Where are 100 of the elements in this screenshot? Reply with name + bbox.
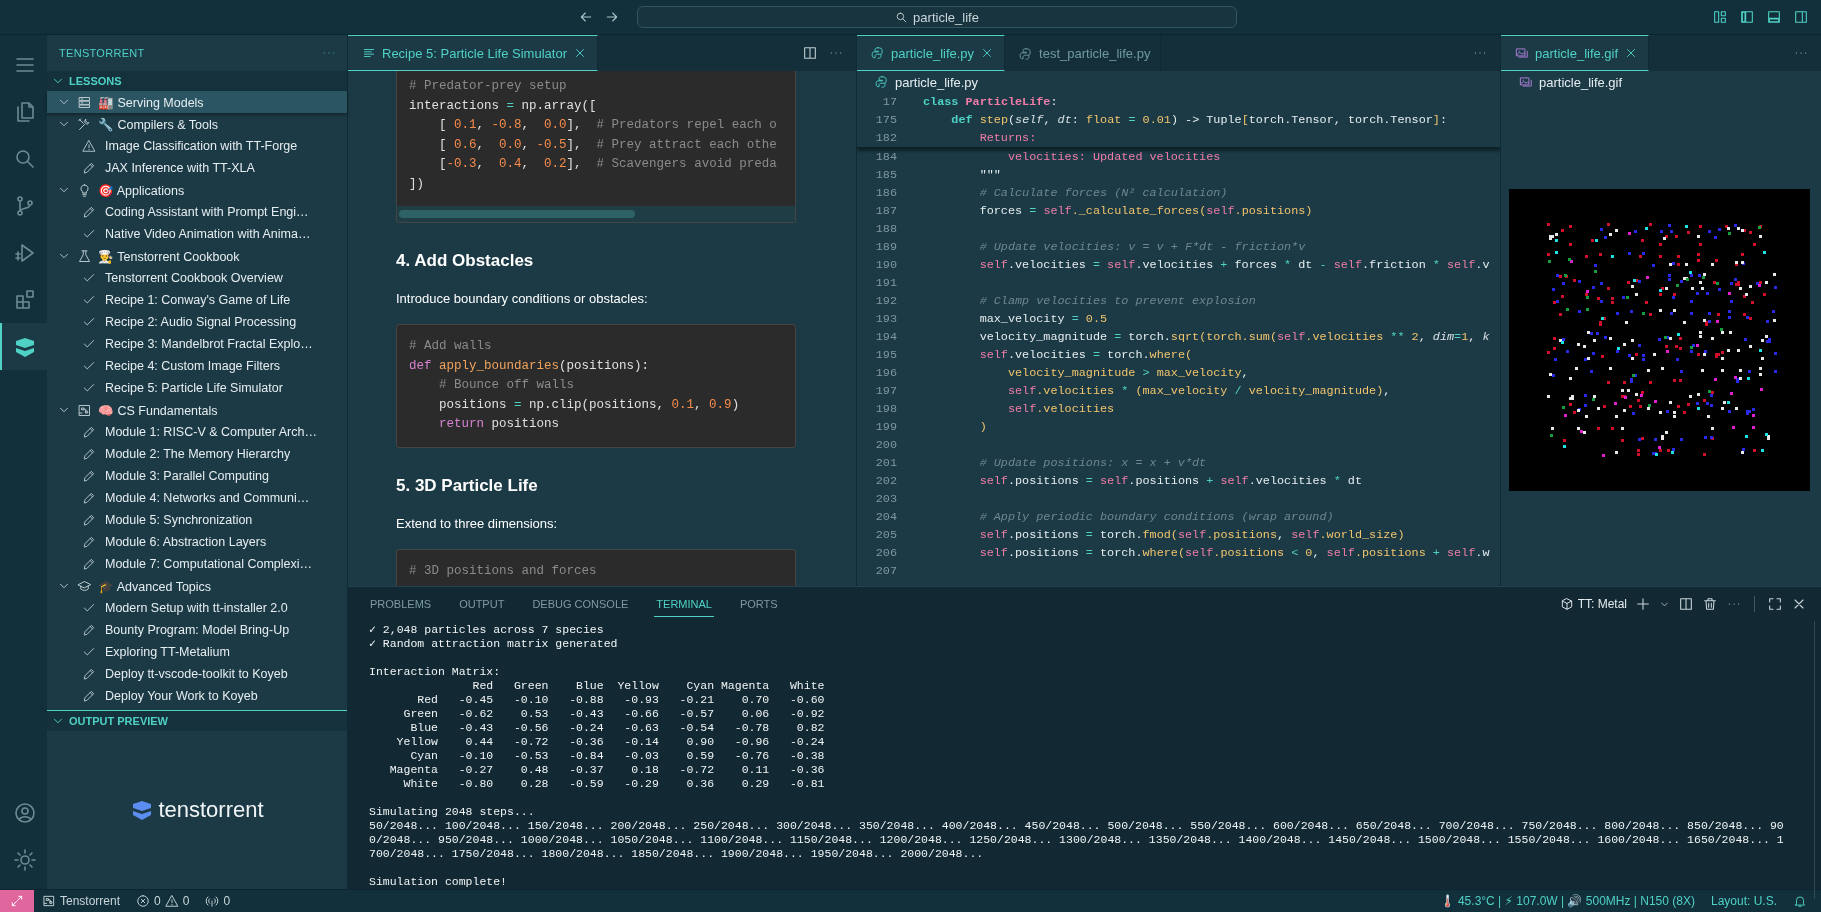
tree-item[interactable]: Recipe 2: Audio Signal Processing bbox=[47, 311, 347, 333]
graduation-cap-icon bbox=[77, 578, 92, 594]
tree-item[interactable]: Module 1: RISC-V & Computer Arch… bbox=[47, 421, 347, 443]
tree-item[interactable]: 🔧 Compilers & Tools bbox=[47, 113, 347, 135]
command-center[interactable]: particle_life bbox=[637, 6, 1237, 28]
tree-item[interactable]: Module 7: Computational Complexi… bbox=[47, 553, 347, 575]
forward-arrow-icon[interactable] bbox=[604, 9, 620, 25]
close-icon[interactable] bbox=[573, 46, 587, 60]
pencil-icon bbox=[82, 469, 96, 483]
tree-item[interactable]: Module 3: Parallel Computing bbox=[47, 465, 347, 487]
pencil-icon bbox=[82, 447, 96, 461]
keyboard-layout[interactable]: Layout: U.S. bbox=[1702, 890, 1785, 912]
tree-item[interactable]: Tenstorrent Cookbook Overview bbox=[47, 267, 347, 289]
tree-item[interactable]: 🏭 Serving Models bbox=[47, 91, 347, 113]
tree-item[interactable]: Recipe 5: Particle Life Simulator bbox=[47, 377, 347, 399]
remote-button[interactable] bbox=[0, 890, 34, 912]
tree-item[interactable]: Module 6: Abstraction Layers bbox=[47, 531, 347, 553]
code-line: # Add walls bbox=[409, 338, 492, 355]
plus-icon[interactable] bbox=[1635, 596, 1651, 612]
trash-icon[interactable] bbox=[1702, 596, 1718, 612]
settings-icon[interactable] bbox=[12, 847, 37, 872]
code-line: [ 0.6, 0.0, -0.5], # Prey attract each othe bbox=[438, 136, 777, 154]
line-number: 191 bbox=[874, 276, 897, 290]
problems-status[interactable]: 0 0 bbox=[128, 890, 198, 912]
tree-item[interactable]: Recipe 4: Custom Image Filters bbox=[47, 355, 347, 377]
terminal-selector[interactable]: TT: Metal bbox=[1559, 597, 1627, 611]
terminal-line: ✓ Random attraction matrix generated bbox=[369, 637, 619, 651]
maximize-icon[interactable] bbox=[1767, 596, 1783, 612]
layout-icon[interactable] bbox=[1712, 9, 1728, 25]
command-center-text: particle_life bbox=[913, 9, 979, 25]
editor-tab[interactable]: test_particle_life.py bbox=[1005, 35, 1162, 71]
section-title: OUTPUT PREVIEW bbox=[69, 715, 168, 727]
split-editor-icon[interactable] bbox=[802, 45, 818, 61]
tree-item[interactable]: 🎯 Applications bbox=[47, 179, 347, 201]
tree-item[interactable]: Recipe 3: Mandelbrot Fractal Explo… bbox=[47, 333, 347, 355]
account-icon[interactable] bbox=[12, 800, 37, 825]
tree-item[interactable]: Module 4: Networks and Communi… bbox=[47, 487, 347, 509]
code-line: interactions = np.array([ bbox=[409, 97, 597, 115]
tree-item[interactable]: Modern Setup with tt-installer 2.0 bbox=[47, 597, 347, 619]
panel-tab[interactable]: TERMINAL bbox=[654, 591, 714, 617]
bell-icon[interactable] bbox=[1793, 894, 1807, 908]
tree-item[interactable]: 👨‍🍳 Tenstorrent Cookbook bbox=[47, 245, 347, 267]
tree-item[interactable]: Recipe 1: Conway's Game of Life bbox=[47, 289, 347, 311]
line-number: 197 bbox=[874, 384, 897, 398]
pencil-icon bbox=[82, 161, 96, 175]
line-number: 192 bbox=[874, 294, 897, 308]
back-arrow-icon[interactable] bbox=[578, 9, 594, 25]
cube-icon bbox=[1559, 597, 1574, 611]
terminal-line: Cyan -0.10 -0.53 -0.84 -0.03 0.59 -0.76 -0.38 bbox=[409, 749, 826, 763]
device-metrics[interactable]: 🌡 45.3°C | ⚡ 107.0W | 🔊 500MHz | N150 (8X) bbox=[1431, 890, 1703, 912]
panel-tab[interactable]: PROBLEMS bbox=[368, 591, 434, 617]
section-header[interactable]: LESSONS bbox=[47, 71, 347, 91]
tree-item[interactable]: Deploy tt-vscode-toolkit to Koyeb bbox=[47, 663, 347, 685]
preview-icon bbox=[362, 46, 376, 60]
panel-tab[interactable]: DEBUG CONSOLE bbox=[530, 591, 631, 617]
terminal-line: Simulating 2048 steps... bbox=[369, 805, 536, 819]
code-line: velocity_magnitude = torch.sqrt(torch.sum(self.velocities ** 2, dim=1, k bbox=[978, 330, 1490, 344]
editor-tab[interactable]: particle_life.gif bbox=[1501, 35, 1650, 71]
split-editor-icon[interactable] bbox=[1678, 596, 1694, 612]
breadcrumb[interactable]: particle_life.gif bbox=[1539, 74, 1623, 90]
tree-item[interactable]: Module 5: Synchronization bbox=[47, 509, 347, 531]
line-number: 186 bbox=[874, 186, 897, 200]
tree-item[interactable]: Coding Assistant with Prompt Engi… bbox=[47, 201, 347, 223]
remote-icon bbox=[10, 894, 24, 908]
scrollbar[interactable] bbox=[397, 206, 795, 222]
tree-item[interactable]: 🧠 CS Fundamentals bbox=[47, 399, 347, 421]
tree-item[interactable]: Native Video Animation with Anima… bbox=[47, 223, 347, 245]
check-icon bbox=[82, 359, 96, 373]
tree-item[interactable]: Module 2: The Memory Hierarchy bbox=[47, 443, 347, 465]
code-line: velocities: Updated velocities bbox=[1006, 150, 1221, 164]
image-icon bbox=[1519, 75, 1533, 89]
code-line: class ParticleLife: bbox=[923, 95, 1058, 109]
secondary-sidebar-icon[interactable] bbox=[1793, 9, 1809, 25]
pencil-icon bbox=[82, 623, 96, 637]
panel-tab[interactable]: OUTPUT bbox=[457, 591, 507, 617]
editor-tab[interactable]: Recipe 5: Particle Life Simulator bbox=[348, 35, 598, 71]
pencil-icon bbox=[82, 535, 96, 549]
terminal-line: 0/2048... 950/2048... 1000/2048... 1050/2048... 1100/2048... 1150/2048... 1200/2048... 1250/2048... 1300/2048... 1350/2048... 1400/2048... 1450/2048... 1500/2048... 1550/2048... 1600/2048... 1650/2048... 1 bbox=[369, 833, 1785, 847]
panel-toggle-icon[interactable] bbox=[1766, 9, 1782, 25]
panel-tab[interactable]: PORTS bbox=[737, 591, 780, 617]
check-icon bbox=[82, 227, 96, 241]
tree-item[interactable]: Exploring TT-Metalium bbox=[47, 641, 347, 663]
tree-item[interactable]: Deploy Your Work to Koyeb bbox=[47, 685, 347, 707]
tree-item[interactable]: Image Classification with TT-Forge bbox=[47, 135, 347, 157]
section-header[interactable]: OUTPUT PREVIEW bbox=[47, 710, 347, 731]
tree-item[interactable]: JAX Inference with TT-XLA bbox=[47, 157, 347, 179]
editor-tab[interactable]: particle_life.py bbox=[857, 35, 1006, 71]
code-line: # Bounce off walls bbox=[438, 377, 575, 394]
sidebar-toggle-icon[interactable] bbox=[1739, 9, 1755, 25]
terminal-line: Magenta -0.27 0.48 -0.37 0.18 -0.72 0.11 -0.36 bbox=[388, 763, 826, 777]
tree-item[interactable]: Bounty Program: Model Bring-Up bbox=[47, 619, 347, 641]
error-icon bbox=[136, 894, 151, 908]
python-icon bbox=[1019, 46, 1034, 61]
line-number: 188 bbox=[874, 222, 897, 236]
breadcrumb[interactable]: particle_life.py bbox=[895, 74, 979, 90]
status-item[interactable]: Tenstorrent bbox=[34, 890, 129, 912]
ports-status[interactable]: 0 bbox=[197, 890, 239, 912]
tree-item[interactable]: 🎓 Advanced Topics bbox=[47, 575, 347, 597]
code-line: def step(self, dt: float = 0.01) -> Tuple[torch.Tensor, torch.Tensor]: bbox=[950, 113, 1448, 127]
code-line: ]) bbox=[409, 175, 424, 193]
